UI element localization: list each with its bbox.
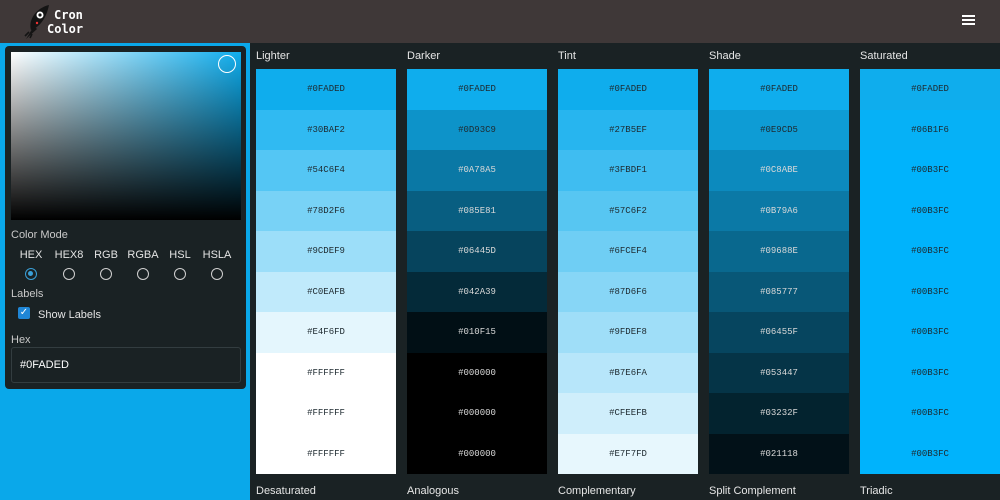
mode-option-hsla[interactable]: HSLA [199, 248, 235, 280]
radio-icon[interactable] [100, 268, 112, 280]
color-swatch[interactable]: #E4F6FD [256, 312, 396, 353]
top-bar: Cron Color [0, 0, 1000, 43]
color-swatch[interactable]: #000000 [407, 433, 547, 474]
color-swatch[interactable]: #09688E [709, 231, 849, 272]
hex-input[interactable] [11, 347, 241, 383]
radio-icon[interactable] [211, 268, 223, 280]
color-swatch[interactable]: #E7F7FD [558, 433, 698, 474]
palette-lighter: Lighter #0FADED #30BAF2 #54C6F4 #78D2F6 #9CD… [256, 43, 398, 478]
color-swatch[interactable]: #010F15 [407, 312, 547, 353]
color-swatch[interactable]: #FFFFFF [256, 433, 396, 474]
mode-label: HEX [19, 249, 43, 261]
hex-field-label: Hex [11, 334, 31, 346]
color-picker-panel: Color Mode HEX HEX8 RGB RGBA HSL HSLA La… [5, 46, 246, 389]
color-swatch[interactable]: #9FDEF8 [558, 312, 698, 353]
color-swatch[interactable]: #0A78A5 [407, 150, 547, 191]
logo-line-1: Cron [54, 8, 83, 22]
color-swatch[interactable]: #06B1F6 [860, 109, 1000, 150]
color-swatch[interactable]: #FFFFFF [256, 352, 396, 393]
color-swatch[interactable]: #0D93C9 [407, 109, 547, 150]
color-mode-options: HEX HEX8 RGB RGBA HSL HSLA [13, 248, 241, 288]
color-swatch[interactable]: #0B79A6 [709, 190, 849, 231]
color-swatch[interactable]: #00B3FC [860, 190, 1000, 231]
color-swatch[interactable]: #57C6F2 [558, 190, 698, 231]
color-swatch[interactable]: #9CDEF9 [256, 231, 396, 272]
labels-section-label: Labels [11, 288, 44, 300]
color-swatch[interactable]: #0E9CD5 [709, 109, 849, 150]
color-swatch[interactable]: #C0EAFB [256, 271, 396, 312]
color-swatch[interactable]: #00B3FC [860, 352, 1000, 393]
color-swatch[interactable]: #6FCEF4 [558, 231, 698, 272]
palette-title-complementary: Complementary [558, 485, 636, 497]
color-swatch[interactable]: #27B5EF [558, 109, 698, 150]
mode-option-rgb[interactable]: RGB [88, 248, 124, 280]
mode-label: HSL [169, 249, 191, 261]
color-swatch[interactable]: #0FADED [709, 69, 849, 110]
color-swatch[interactable]: #000000 [407, 352, 547, 393]
color-swatch[interactable]: #0C8ABE [709, 150, 849, 191]
color-swatch[interactable]: #54C6F4 [256, 150, 396, 191]
show-labels-label: Show Labels [38, 309, 101, 321]
radio-icon[interactable] [63, 268, 75, 280]
color-swatch[interactable]: #00B3FC [860, 271, 1000, 312]
color-swatch[interactable]: #085E81 [407, 190, 547, 231]
color-swatch[interactable]: #0FADED [407, 69, 547, 110]
palette-shade: Shade #0FADED #0E9CD5 #0C8ABE #0B79A6 #09688… [709, 43, 851, 478]
palette-saturated: Saturated #0FADED #06B1F6 #00B3FC #00B3FC #0… [860, 43, 1000, 478]
color-swatch[interactable]: #78D2F6 [256, 190, 396, 231]
color-swatch[interactable]: #042A39 [407, 271, 547, 312]
mode-option-hsl[interactable]: HSL [162, 248, 198, 280]
palette-tint: Tint #0FADED #27B5EF #3FBDF1 #57C6F2 #6FCEF4… [558, 43, 700, 478]
saturation-value-area[interactable] [11, 52, 241, 220]
color-picker-handle[interactable] [218, 55, 236, 73]
radio-icon[interactable] [137, 268, 149, 280]
checkbox-checked-icon[interactable]: ✓ [18, 307, 30, 319]
color-swatch[interactable]: #0FADED [256, 69, 396, 110]
mode-label: RGB [94, 249, 118, 261]
color-swatch[interactable]: #000000 [407, 393, 547, 434]
mode-label: RGBA [127, 249, 159, 261]
color-swatch[interactable]: #00B3FC [860, 231, 1000, 272]
palette-title: Shade [709, 50, 741, 62]
color-swatch[interactable]: #FFFFFF [256, 393, 396, 434]
color-swatch[interactable]: #06445D [407, 231, 547, 272]
color-swatch[interactable]: #06455F [709, 312, 849, 353]
palette-darker: Darker #0FADED #0D93C9 #0A78A5 #085E81 #0644… [407, 43, 549, 478]
palette-title: Saturated [860, 50, 908, 62]
color-swatch[interactable]: #3FBDF1 [558, 150, 698, 191]
mode-label: HSLA [202, 249, 232, 261]
color-swatch[interactable]: #085777 [709, 271, 849, 312]
color-swatch[interactable]: #053447 [709, 352, 849, 393]
mode-option-hex8[interactable]: HEX8 [51, 248, 87, 280]
palette-title-triadic: Triadic [860, 485, 893, 497]
color-swatch[interactable]: #0FADED [558, 69, 698, 110]
color-swatch[interactable]: #00B3FC [860, 433, 1000, 474]
logo-line-2: Color [47, 22, 84, 36]
radio-icon[interactable] [174, 268, 186, 280]
color-swatch[interactable]: #03232F [709, 393, 849, 434]
mode-label: HEX8 [54, 249, 84, 261]
color-swatch[interactable]: #30BAF2 [256, 109, 396, 150]
palette-title-analogous: Analogous [407, 485, 459, 497]
color-swatch[interactable]: #021118 [709, 433, 849, 474]
palette-title: Darker [407, 50, 441, 62]
logo-text: Cron Color [47, 8, 83, 36]
radio-icon[interactable] [25, 268, 37, 280]
palette-title: Lighter [256, 50, 290, 62]
color-swatch[interactable]: #CFEEFB [558, 393, 698, 434]
color-swatch[interactable]: #00B3FC [860, 393, 1000, 434]
color-swatch[interactable]: #0FADED [860, 69, 1000, 110]
color-swatch[interactable]: #00B3FC [860, 150, 1000, 191]
palette-title: Tint [558, 50, 576, 62]
palette-title-split-complement: Split Complement [709, 485, 796, 497]
color-swatch[interactable]: #00B3FC [860, 312, 1000, 353]
hamburger-menu-icon[interactable] [961, 12, 977, 28]
palette-title-desaturated: Desaturated [256, 485, 316, 497]
mode-option-hex[interactable]: HEX [13, 248, 49, 280]
color-swatch[interactable]: #B7E6FA [558, 352, 698, 393]
color-swatch[interactable]: #87D6F6 [558, 271, 698, 312]
mode-option-rgba[interactable]: RGBA [125, 248, 161, 280]
color-mode-label: Color Mode [11, 229, 68, 241]
